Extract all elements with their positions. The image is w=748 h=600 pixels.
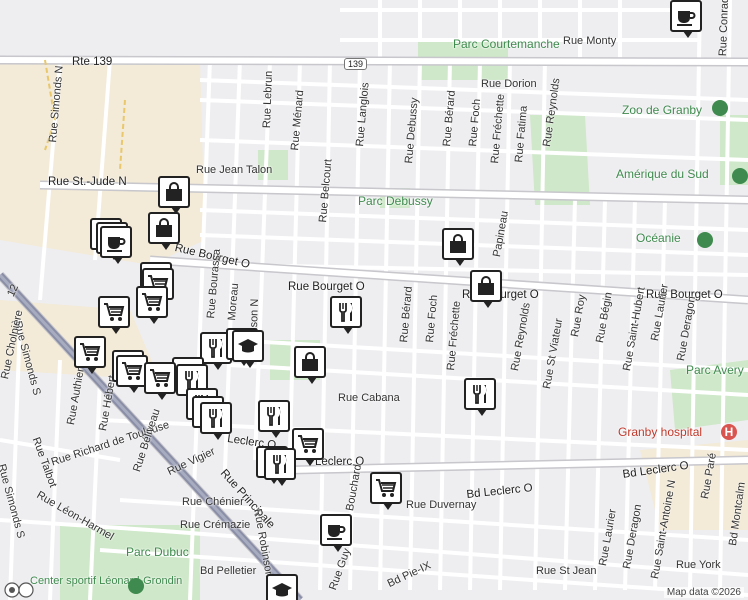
zoo-icon-3	[697, 232, 713, 248]
grocery-cart-marker-icon[interactable]	[74, 336, 106, 374]
shopping-bag-marker-icon[interactable]	[148, 212, 180, 250]
park-label-zoo: Zoo de Granby	[622, 103, 703, 117]
street-monty: Rue Monty	[563, 35, 617, 47]
shopping-bag-marker-icon[interactable]	[442, 228, 474, 266]
grocery-cart-marker-icon[interactable]	[136, 286, 168, 324]
restaurant-marker-icon[interactable]	[464, 378, 496, 416]
school-marker-icon[interactable]	[232, 330, 264, 368]
restaurant-marker-icon[interactable]	[258, 400, 290, 438]
cafe-marker-icon[interactable]	[670, 0, 702, 38]
shopping-bag-marker-icon[interactable]	[470, 270, 502, 308]
map-canvas[interactable]: 139 Parc Courtemanche Parc Debussy Zoo d…	[0, 0, 748, 600]
restaurant-marker-icon[interactable]	[330, 296, 362, 334]
street-jean-talon: Rue Jean Talon	[196, 164, 273, 176]
cafe-marker-icon[interactable]	[100, 226, 132, 264]
street-york: Rue York	[676, 559, 721, 571]
school-marker-icon[interactable]	[266, 574, 298, 600]
street-lebrun: Rue Lebrun	[261, 70, 276, 129]
grocery-cart-marker-icon[interactable]	[98, 296, 130, 334]
park-label-dubuc: Parc Dubuc	[126, 545, 189, 559]
street-st-jude: Rue St.-Jude N	[48, 176, 127, 188]
map-attribution: Map data ©2026	[663, 587, 744, 598]
grocery-cart-marker-icon[interactable]	[144, 362, 176, 400]
park-label-avery: Parc Avery	[686, 363, 744, 377]
street-chenier: Rue Chénier	[182, 496, 244, 508]
route-139-shield: 139	[344, 58, 368, 70]
street-conrad: Rue Conrad	[717, 0, 732, 57]
sports-icon	[128, 578, 144, 594]
street-rte139: Rte 139	[72, 56, 113, 68]
map-logo	[4, 582, 34, 598]
street-cabana: Rue Cabana	[338, 392, 400, 404]
street-cremazie: Rue Crémazie	[180, 519, 251, 531]
zoo-icon	[712, 100, 728, 116]
hospital-icon: H	[721, 424, 737, 440]
zoo-icon-2	[732, 168, 748, 184]
cafe-marker-icon[interactable]	[320, 514, 352, 552]
street-st-jean: Rue St Jean	[536, 565, 597, 577]
street-dorion: Rue Dorion	[481, 78, 537, 90]
street-bourget-2: Rue Bourget O	[288, 281, 365, 293]
restaurant-marker-icon[interactable]	[200, 402, 232, 440]
park-label-amerique: Amérique du Sud	[616, 167, 709, 181]
park-label-courtemanche: Parc Courtemanche	[453, 37, 560, 51]
shopping-bag-marker-icon[interactable]	[294, 346, 326, 384]
street-pelletier: Bd Pelletier	[200, 565, 257, 577]
park-label-center-sportif: Center sportif Léonard-Grondin	[30, 575, 183, 587]
grocery-cart-marker-icon[interactable]	[292, 428, 324, 466]
park-label-oceanie: Océanie	[636, 231, 681, 245]
grocery-cart-marker-icon[interactable]	[370, 472, 402, 510]
restaurant-marker-icon[interactable]	[264, 448, 296, 486]
hospital-label: Granby hospital	[618, 425, 703, 439]
street-duvernay: Rue Duvernay	[406, 499, 477, 511]
park-label-debussy: Parc Debussy	[358, 194, 433, 208]
shopping-bag-marker-icon[interactable]	[158, 176, 190, 214]
